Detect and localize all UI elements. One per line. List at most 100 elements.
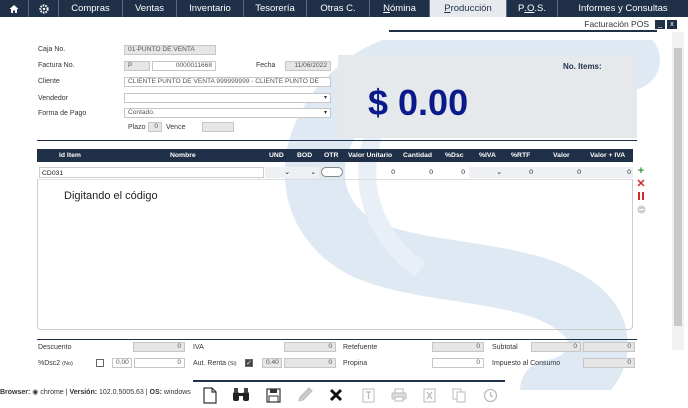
otr-toggle[interactable] (321, 167, 343, 177)
factura-prefix-field[interactable]: P (124, 61, 150, 71)
iva-field[interactable]: 0 (284, 342, 336, 352)
text-document-icon (362, 388, 374, 402)
binoculars-icon (233, 388, 249, 401)
tab-tesoreria[interactable]: Tesorería (244, 0, 307, 17)
subtotal-field-1[interactable]: 0 (531, 342, 581, 352)
aut-renta-checkbox[interactable]: ✓ (245, 359, 253, 367)
impuesto-consumo-field[interactable]: 0 (583, 358, 635, 368)
totals-divider (37, 339, 637, 340)
separator: | (145, 389, 148, 396)
valor-cell: 0 (535, 167, 583, 178)
caja-field[interactable]: 01-PUNTO DE VENTA (124, 45, 216, 55)
valor-unitario-cell[interactable]: 0 (345, 167, 397, 178)
close-button[interactable]: x (667, 19, 677, 29)
minimize-button[interactable]: _ (655, 19, 665, 29)
descuento-label: Descuento (38, 344, 72, 351)
cliente-label: Cliente (38, 78, 60, 85)
subtotal-label: Subtotal (492, 344, 518, 351)
edit-button[interactable] (295, 384, 315, 406)
dsc2-value-field[interactable]: 0 (134, 358, 185, 368)
col-bod: BOD (297, 152, 313, 159)
dsc-cell[interactable]: 0 (435, 167, 467, 178)
iva-select[interactable]: ⌄ (469, 167, 505, 178)
vence-field[interactable] (202, 122, 234, 132)
forma-pago-label: Forma de Pago (38, 110, 87, 117)
aut-renta-value-field[interactable]: 0 (284, 358, 336, 368)
new-button[interactable] (200, 384, 220, 406)
pause-button[interactable] (636, 191, 646, 201)
home-button[interactable] (0, 0, 29, 17)
cancel-button[interactable] (326, 384, 346, 406)
plazo-label: Plazo (128, 124, 146, 131)
chevron-down-icon: ⌄ (496, 169, 502, 176)
col-dsc: %Dsc (445, 152, 464, 159)
tab-otras-c[interactable]: Otras C. (307, 0, 370, 17)
col-id-item: Id Item (59, 152, 81, 159)
dsc2-text: %Dsc2 (38, 360, 61, 367)
descuento-field[interactable]: 0 (133, 342, 185, 352)
retefuente-field[interactable]: 0 (432, 342, 484, 352)
top-navigation: Compras Ventas Inventario Tesorería Otra… (0, 0, 688, 17)
vendedor-select[interactable]: ▾ (124, 93, 331, 103)
forma-pago-select[interactable]: Contado. ▾ (124, 108, 331, 118)
dsc2-checkbox[interactable] (96, 359, 104, 367)
total-amount: $ 0.00 (368, 82, 469, 123)
new-document-icon (203, 386, 217, 404)
version-label: Versión: (69, 389, 98, 396)
minus-button[interactable] (636, 204, 646, 214)
tab-nomina[interactable]: Nómina (370, 0, 430, 17)
cantidad-cell[interactable]: 0 (397, 167, 435, 178)
chevron-down-icon: ▾ (323, 95, 327, 101)
text-button[interactable] (358, 384, 378, 406)
factura-number-field[interactable]: 0000011668 (152, 61, 216, 71)
tab-compras[interactable]: Compras (59, 0, 123, 17)
und-select[interactable]: ⌄ (265, 167, 293, 178)
items-grid-body (37, 180, 633, 330)
vence-label: Vence (166, 124, 186, 131)
history-button[interactable] (480, 384, 500, 406)
window-title: Facturación POS (584, 19, 649, 29)
os-value: windows (163, 389, 191, 396)
tab-ventas[interactable]: Ventas (123, 0, 177, 17)
tab-label-rest: .S. (534, 3, 546, 14)
aut-renta-percent-field[interactable]: 0.40 (262, 358, 282, 368)
scrollbar-thumb[interactable] (674, 48, 682, 326)
excel-button[interactable] (419, 384, 439, 406)
vertical-scrollbar[interactable] (672, 32, 684, 350)
dsc2-label: %Dsc2 (No) (38, 360, 73, 367)
save-icon (265, 387, 281, 403)
settings-button[interactable] (29, 0, 59, 17)
chevron-down-icon: ⌄ (310, 169, 316, 176)
dsc2-note: (No) (62, 361, 73, 367)
tab-label-rest: roducción (450, 3, 492, 14)
tab-label: Inventario (189, 3, 231, 14)
search-button[interactable] (231, 384, 251, 406)
tab-label-rest: ómina (390, 3, 416, 14)
plazo-field[interactable]: 0 (148, 122, 162, 132)
tab-informes-consultas[interactable]: Informes y Consultas (558, 0, 688, 17)
save-button[interactable] (263, 384, 283, 406)
aut-renta-text: Aut. Renta (193, 360, 227, 367)
print-button[interactable] (389, 384, 409, 406)
chrome-icon: ◉ (32, 389, 39, 396)
plus-icon: + (637, 165, 645, 177)
cliente-field[interactable]: CLIENTE PUNTO DE VENTA 999999999 - CLIEN… (124, 77, 331, 87)
propina-field[interactable]: 0 (432, 358, 484, 368)
subtotal-field-2[interactable]: 0 (583, 342, 635, 352)
tab-pos[interactable]: P .O .S. (507, 0, 558, 17)
dsc2-percent-field[interactable]: 0.00 (112, 358, 132, 368)
col-und: UND (269, 152, 284, 159)
col-valor-unitario: Valor Unitario (348, 152, 393, 159)
id-item-input[interactable]: CD031 (39, 167, 264, 178)
delete-row-button[interactable]: ✕ (636, 178, 646, 190)
tab-mnemonic: .O (524, 3, 535, 14)
tab-inventario[interactable]: Inventario (177, 0, 244, 17)
fecha-field[interactable]: 11/06/2022 (285, 61, 331, 71)
bod-select[interactable]: ⌄ (293, 167, 319, 178)
copy-button[interactable] (449, 384, 469, 406)
tab-produccion[interactable]: Producción (430, 0, 507, 17)
col-otr: OTR (324, 152, 339, 159)
add-row-button[interactable]: + (636, 165, 646, 177)
items-count-label: No. Items: (563, 62, 602, 71)
chevron-down-icon: ⌄ (284, 169, 290, 176)
